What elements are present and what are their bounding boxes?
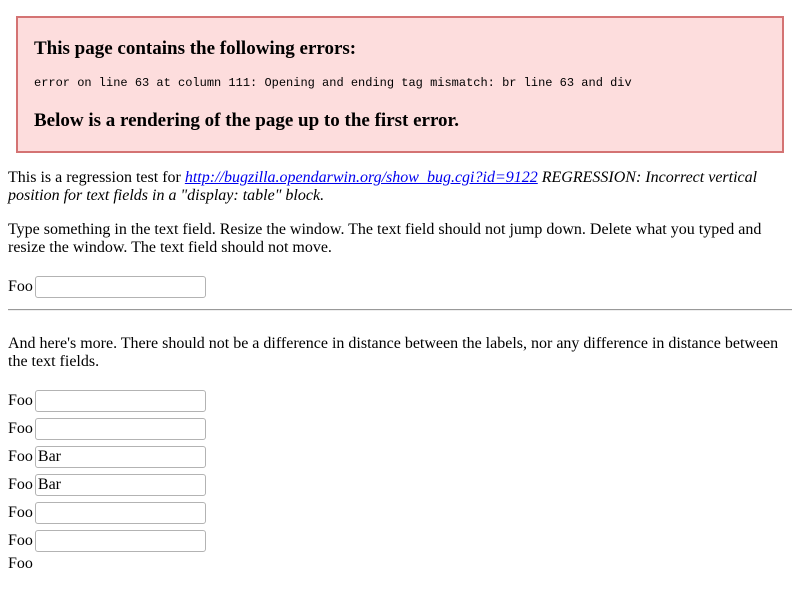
bug-link[interactable]: http://bugzilla.opendarwin.org/show_bug.… xyxy=(185,169,538,186)
error-heading: This page contains the following errors: xyxy=(34,38,357,59)
text-field[interactable] xyxy=(34,418,206,440)
text-field[interactable] xyxy=(34,502,206,524)
instructions-paragraph: Type something in the text field. Resize… xyxy=(8,221,762,256)
intro-paragraph: This is a regression test for http://bug… xyxy=(8,169,792,205)
field-row: Foo xyxy=(8,389,206,413)
field-row: Foo Bar xyxy=(8,473,206,497)
field-label: Foo xyxy=(8,420,33,437)
more-paragraph: And here's more. There should not be a d… xyxy=(8,335,779,370)
trailing-label: Foo xyxy=(8,555,33,572)
text-field[interactable] xyxy=(34,530,206,552)
text-field[interactable] xyxy=(34,390,206,412)
field-row: Foo xyxy=(8,417,206,441)
field-label: Foo xyxy=(8,504,33,521)
text-field-value: Bar xyxy=(37,448,62,465)
error-footer: Below is a rendering of the page up to t… xyxy=(34,110,459,131)
intro-prefix: This is a regression test for xyxy=(8,169,185,186)
field-row: Foo xyxy=(8,529,206,553)
text-field[interactable]: Bar xyxy=(34,474,206,496)
field-label: Foo xyxy=(8,476,33,493)
field-label: Foo xyxy=(8,532,33,549)
field-label: Foo xyxy=(8,392,33,409)
field-label: Foo xyxy=(8,448,33,465)
error-box: This page contains the following errors:… xyxy=(16,16,784,153)
text-field[interactable] xyxy=(34,276,206,298)
error-detail: error on line 63 at column 111: Opening … xyxy=(34,76,632,90)
first-field-row: Foo xyxy=(8,275,206,299)
field-label: Foo xyxy=(8,278,33,295)
divider xyxy=(8,309,792,311)
field-row: Foo Bar xyxy=(8,445,206,469)
field-row: Foo xyxy=(8,501,206,525)
text-field-value: Bar xyxy=(37,476,62,493)
trailing-row: Foo xyxy=(8,552,35,576)
text-field[interactable]: Bar xyxy=(34,446,206,468)
